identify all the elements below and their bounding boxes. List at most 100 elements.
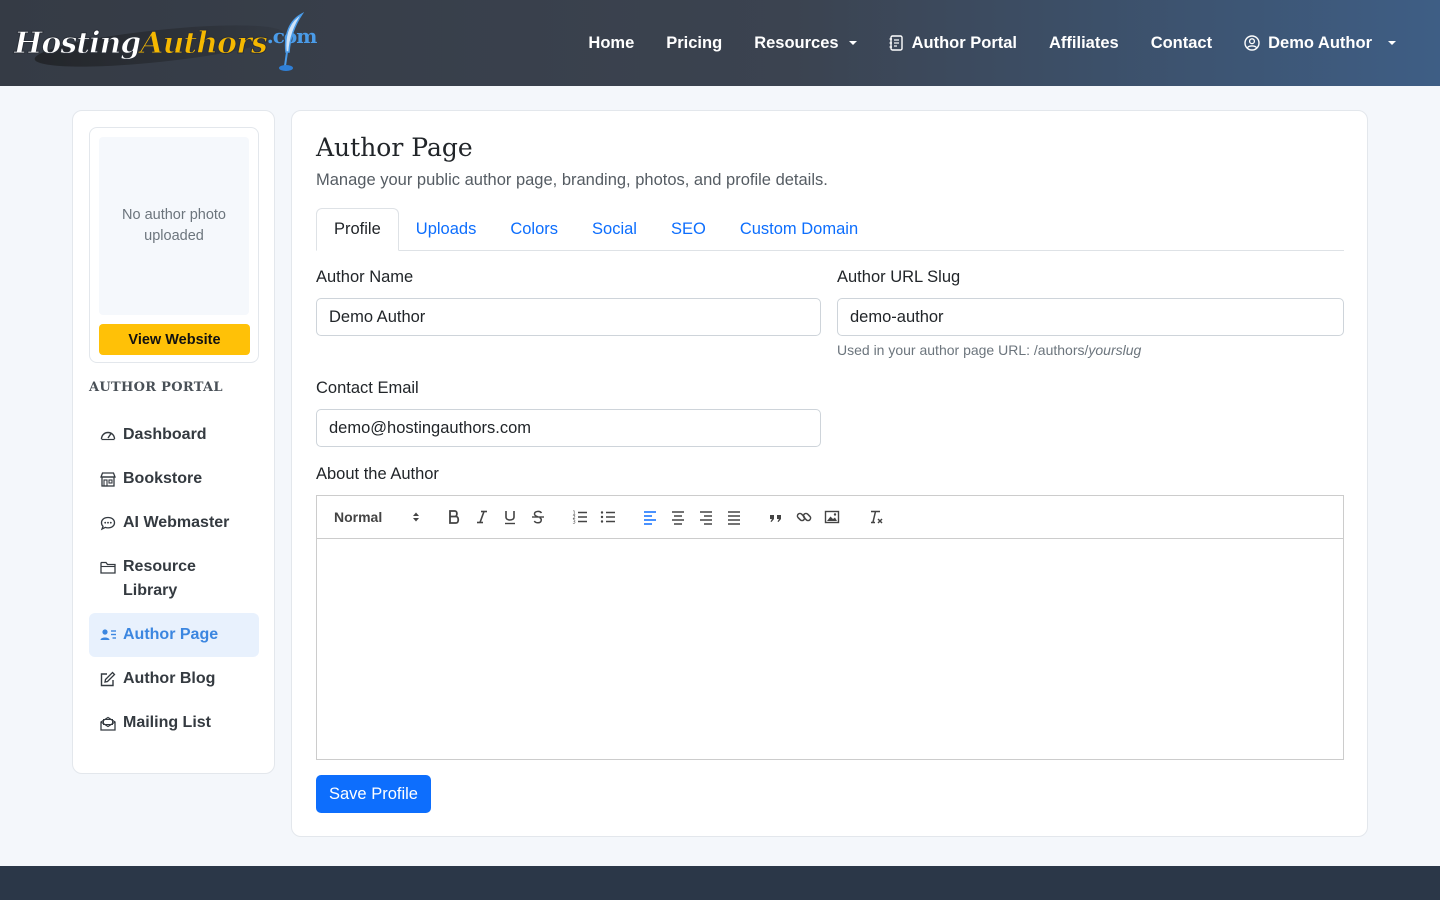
editor-toolbar: Normal 123 [316, 495, 1344, 539]
caret-down-icon [848, 41, 857, 45]
shop-icon [99, 467, 117, 491]
tab-custom-domain[interactable]: Custom Domain [723, 208, 875, 251]
format-select[interactable]: Normal [334, 509, 426, 525]
journal-icon [889, 35, 903, 51]
align-left-icon[interactable] [636, 505, 664, 529]
person-lines-icon [99, 623, 117, 647]
sidebar-item-author-page[interactable]: Author Page [89, 613, 259, 657]
bold-icon[interactable] [440, 505, 468, 529]
sidebar-item-dashboard[interactable]: Dashboard [89, 413, 259, 457]
chat-icon [99, 511, 117, 535]
contact-email-value: demo@hostingauthors.com [329, 418, 532, 437]
sidebar-item-label: Resource Library [123, 558, 196, 599]
format-select-value: Normal [334, 509, 383, 525]
author-name-input[interactable]: Demo Author [316, 298, 821, 336]
tab-profile[interactable]: Profile [316, 208, 399, 251]
nav-home[interactable]: Home [572, 34, 650, 53]
slug-help-text: Used in your author page URL: /authors/y… [837, 342, 1141, 358]
slug-help-prefix: Used in your author page URL: /authors/ [837, 342, 1089, 358]
list-group: 123 [566, 505, 622, 529]
italic-icon[interactable] [468, 505, 496, 529]
portal-heading: AUTHOR PORTAL [89, 380, 223, 395]
image-icon[interactable] [818, 505, 846, 529]
insert-group [762, 505, 846, 529]
nav-pricing-label: Pricing [666, 33, 723, 52]
nav-contact[interactable]: Contact [1135, 34, 1228, 53]
sidebar-item-label: Dashboard [123, 426, 207, 443]
align-justify-icon[interactable] [720, 505, 748, 529]
blockquote-icon[interactable] [762, 505, 790, 529]
text-style-group [440, 505, 552, 529]
tab-label: Uploads [415, 220, 477, 238]
page-subtitle: Manage your public author page, branding… [316, 171, 828, 189]
tab-colors[interactable]: Colors [493, 208, 575, 251]
author-name-value: Demo Author [329, 307, 426, 326]
sidebar-item-label: Author Blog [123, 670, 216, 687]
photo-placeholder-text: No author photo uploaded [122, 207, 226, 244]
contact-email-input[interactable]: demo@hostingauthors.com [316, 409, 821, 447]
slug-help-placeholder: yourslug [1088, 342, 1142, 358]
logo-word-hosting: Hosting [13, 25, 141, 61]
tab-label: SEO [670, 220, 706, 238]
tab-uploads[interactable]: Uploads [399, 208, 494, 251]
align-center-icon[interactable] [664, 505, 692, 529]
nav-affiliates[interactable]: Affiliates [1033, 34, 1135, 53]
strikethrough-icon[interactable] [524, 505, 552, 529]
tab-label: Social [592, 220, 637, 238]
sidebar-item-author-blog[interactable]: Author Blog [89, 657, 259, 701]
underline-icon[interactable] [496, 505, 524, 529]
sidebar-item-ai-webmaster[interactable]: AI Webmaster [89, 501, 259, 545]
sidebar: No author photo uploaded View Website AU… [72, 110, 275, 774]
sidebar-item-label: Author Page [123, 626, 219, 643]
clear-format-icon[interactable] [862, 505, 890, 529]
author-photo-placeholder: No author photo uploaded [99, 137, 249, 315]
main-card: Author Page Manage your public author pa… [291, 110, 1368, 837]
main-nav: Home Pricing Resources Author Portal Aff… [572, 0, 1412, 86]
sidebar-item-label: Bookstore [123, 470, 203, 487]
nav-resources-label: Resources [754, 33, 839, 52]
caret-down-icon [1388, 41, 1396, 45]
dashboard-icon [99, 423, 117, 447]
contact-email-label: Contact Email [316, 379, 419, 397]
tab-label: Colors [510, 220, 559, 238]
envelope-open-icon [99, 711, 117, 735]
nav-user-label: Demo Author [1268, 33, 1372, 52]
sidebar-item-label: AI Webmaster [123, 514, 230, 531]
folder-icon [99, 555, 117, 579]
logo-word-authors: Authors [140, 25, 268, 61]
logo-text: HostingAuthors.com [13, 24, 317, 62]
sidebar-item-resource-library[interactable]: Resource Library [89, 545, 259, 613]
tab-label: Custom Domain [739, 220, 859, 238]
save-profile-button[interactable]: Save Profile [316, 775, 431, 813]
edit-icon [99, 667, 117, 691]
bullet-list-icon[interactable] [594, 505, 622, 529]
nav-author-portal[interactable]: Author Portal [873, 34, 1033, 53]
sidebar-nav: Dashboard Bookstore AI Webmaster Resourc… [89, 413, 259, 745]
updown-icon [413, 512, 419, 522]
author-slug-label: Author URL Slug [837, 268, 961, 286]
clean-group [862, 505, 890, 529]
ordered-list-icon[interactable]: 123 [566, 505, 594, 529]
tab-social[interactable]: Social [575, 208, 654, 251]
brand-logo[interactable]: HostingAuthors.com [13, 10, 317, 75]
link-icon[interactable] [790, 505, 818, 529]
about-author-label: About the Author [316, 465, 439, 483]
nav-affiliates-label: Affiliates [1049, 33, 1119, 52]
sidebar-item-bookstore[interactable]: Bookstore [89, 457, 259, 501]
sidebar-item-mailing-list[interactable]: Mailing List [89, 701, 259, 745]
author-slug-input[interactable]: demo-author [837, 298, 1344, 336]
nav-user-dropdown[interactable]: Demo Author [1228, 34, 1412, 53]
view-website-button[interactable]: View Website [99, 324, 250, 355]
about-author-editor[interactable] [316, 539, 1344, 760]
nav-resources-dropdown[interactable]: Resources [738, 34, 872, 53]
align-right-icon[interactable] [692, 505, 720, 529]
nav-pricing[interactable]: Pricing [650, 34, 738, 53]
tab-seo[interactable]: SEO [654, 208, 723, 251]
nav-contact-label: Contact [1150, 33, 1213, 52]
profile-tabs: Profile Uploads Colors Social SEO Custom… [316, 208, 1344, 251]
quill-icon [279, 12, 304, 71]
view-website-label: View Website [128, 331, 221, 348]
svg-text:3: 3 [573, 520, 576, 526]
author-photo-card: No author photo uploaded View Website [89, 127, 259, 363]
save-profile-label: Save Profile [329, 784, 418, 803]
